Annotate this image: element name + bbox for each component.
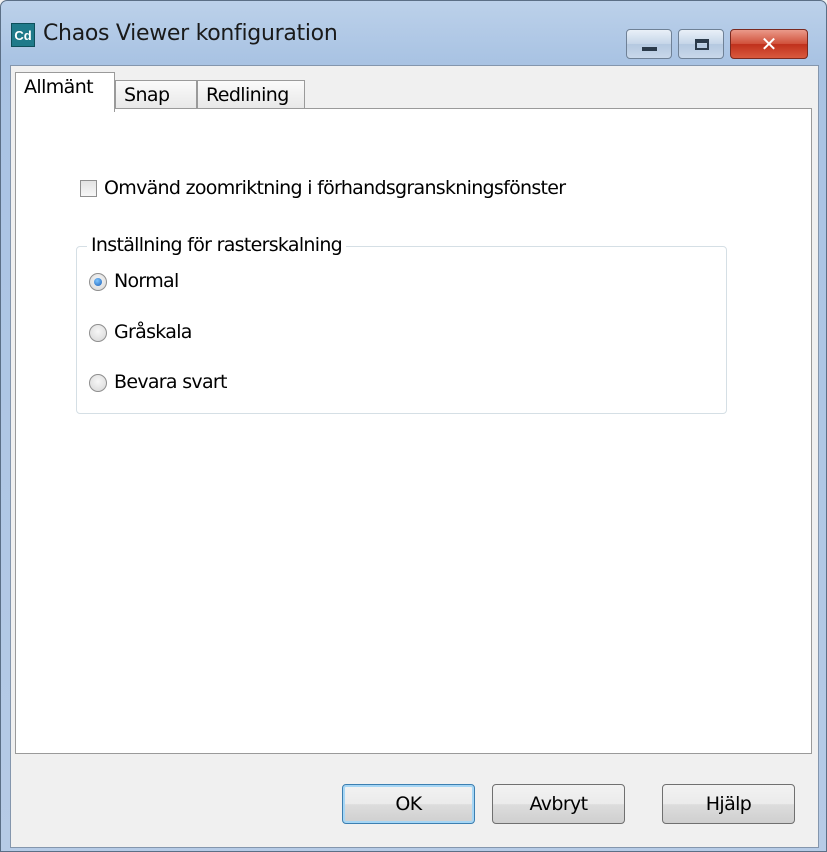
tab-panel-general: Omvänd zoomriktning i förhandsgranskning…: [15, 108, 812, 754]
tab-redlining[interactable]: Redlining: [197, 80, 305, 110]
close-icon: ✕: [760, 32, 778, 56]
radio-normal-label[interactable]: Normal: [114, 270, 179, 292]
reverse-zoom-checkbox[interactable]: [80, 180, 97, 197]
radio-preserve-black[interactable]: [89, 374, 107, 392]
radio-preserve-black-label[interactable]: Bevara svart: [114, 371, 227, 393]
title-bar[interactable]: Cd Chaos Viewer konfiguration ✕: [1, 1, 826, 65]
minimize-icon: [642, 47, 657, 51]
tab-allmant[interactable]: Allmänt: [15, 72, 115, 112]
raster-scaling-legend: Inställning för rasterskalning: [87, 234, 347, 256]
tab-snap[interactable]: Snap: [115, 80, 197, 110]
app-icon: Cd: [11, 23, 35, 47]
help-button[interactable]: Hjälp: [662, 784, 795, 824]
radio-grayscale[interactable]: [89, 324, 107, 342]
window-title: Chaos Viewer konfiguration: [43, 21, 338, 46]
radio-normal[interactable]: [89, 273, 107, 291]
dialog-client-area: Allmänt Snap Redlining Omvänd zoomriktni…: [10, 65, 819, 848]
cancel-button[interactable]: Avbryt: [492, 784, 625, 824]
radio-grayscale-label[interactable]: Gråskala: [114, 321, 192, 343]
dialog-window: Cd Chaos Viewer konfiguration ✕ Allmänt …: [0, 0, 827, 852]
raster-scaling-group: Inställning för rasterskalning Normal Gr…: [76, 234, 727, 414]
maximize-icon: [695, 39, 709, 50]
maximize-button[interactable]: [678, 29, 724, 59]
ok-button[interactable]: OK: [342, 784, 475, 824]
minimize-button[interactable]: [626, 29, 672, 59]
close-button[interactable]: ✕: [730, 29, 808, 59]
reverse-zoom-label[interactable]: Omvänd zoomriktning i förhandsgranskning…: [104, 177, 566, 199]
